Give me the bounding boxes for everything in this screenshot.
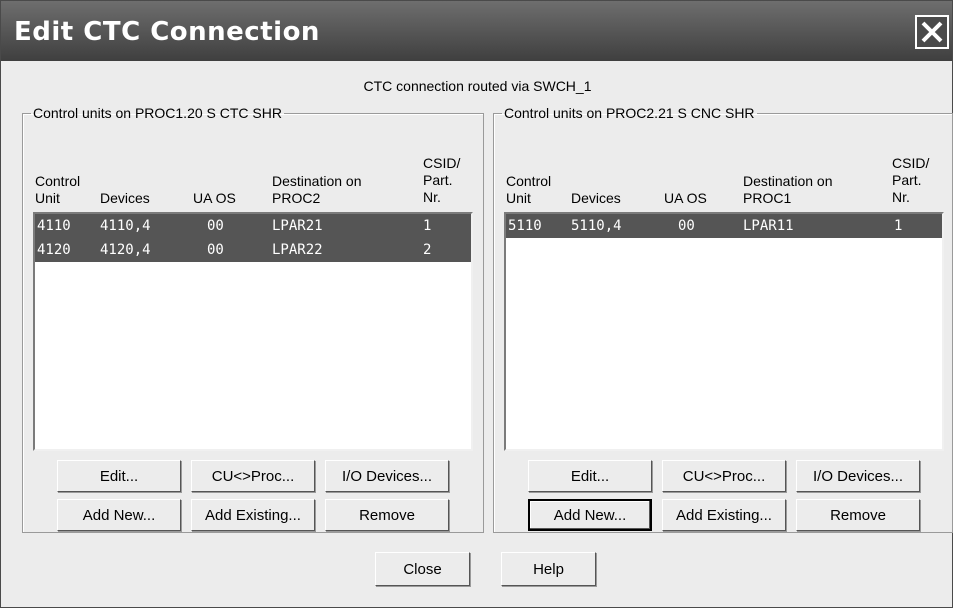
header-destination: Destination on PROC1 (743, 173, 833, 206)
left-column-headers: Control Unit Devices UA OS Destination o… (33, 143, 473, 215)
table-row[interactable]: 4110 4110,4 00 LPAR21 1 (35, 214, 471, 238)
table-row[interactable]: 5110 5110,4 00 LPAR11 1 (506, 214, 942, 238)
right-edit-button[interactable]: Edit... (528, 460, 652, 492)
header-destination: Destination on PROC2 (272, 173, 362, 206)
right-cu-proc-button[interactable]: CU<>Proc... (662, 460, 786, 492)
header-ua-os: UA OS (193, 190, 236, 206)
right-add-new-button[interactable]: Add New... (528, 499, 652, 531)
header-devices: Devices (100, 190, 150, 206)
right-group-legend: Control units on PROC2.21 S CNC SHR (504, 105, 755, 121)
close-button[interactable]: Close (375, 552, 470, 586)
right-remove-button[interactable]: Remove (796, 499, 920, 531)
close-icon (921, 21, 943, 43)
left-io-devices-button[interactable]: I/O Devices... (325, 460, 449, 492)
edit-ctc-dialog: Edit CTC Connection CTC connection route… (0, 0, 953, 608)
header-control-unit: Control Unit (506, 173, 552, 206)
right-control-units-group: Control units on PROC2.21 S CNC SHR Cont… (493, 105, 953, 533)
left-edit-button[interactable]: Edit... (57, 460, 181, 492)
title-bar: Edit CTC Connection (1, 1, 952, 61)
left-remove-button[interactable]: Remove (325, 499, 449, 531)
close-window-button[interactable] (915, 15, 949, 49)
left-control-units-group: Control units on PROC1.20 S CTC SHR Cont… (22, 105, 484, 533)
table-row[interactable]: 4120 4120,4 00 LPAR22 2 (35, 238, 471, 262)
left-add-new-button[interactable]: Add New... (57, 499, 181, 531)
left-control-unit-list[interactable]: 4110 4110,4 00 LPAR21 1 4120 4120,4 00 L… (33, 212, 473, 451)
right-add-existing-button[interactable]: Add Existing... (662, 499, 786, 531)
route-info: CTC connection routed via SWCH_1 (363, 78, 592, 94)
header-ua-os: UA OS (664, 190, 707, 206)
header-csid: CSID/ Part. Nr. (892, 155, 930, 205)
right-column-headers: Control Unit Devices UA OS Destination o… (504, 143, 944, 215)
header-control-unit: Control Unit (35, 173, 81, 206)
header-csid: CSID/ Part. Nr. (423, 155, 461, 205)
left-group-legend: Control units on PROC1.20 S CTC SHR (33, 105, 282, 121)
right-control-unit-list[interactable]: 5110 5110,4 00 LPAR11 1 (504, 212, 944, 451)
left-cu-proc-button[interactable]: CU<>Proc... (191, 460, 315, 492)
right-io-devices-button[interactable]: I/O Devices... (796, 460, 920, 492)
dialog-title: Edit CTC Connection (14, 17, 320, 47)
header-devices: Devices (571, 190, 621, 206)
left-add-existing-button[interactable]: Add Existing... (191, 499, 315, 531)
help-button[interactable]: Help (501, 552, 596, 586)
